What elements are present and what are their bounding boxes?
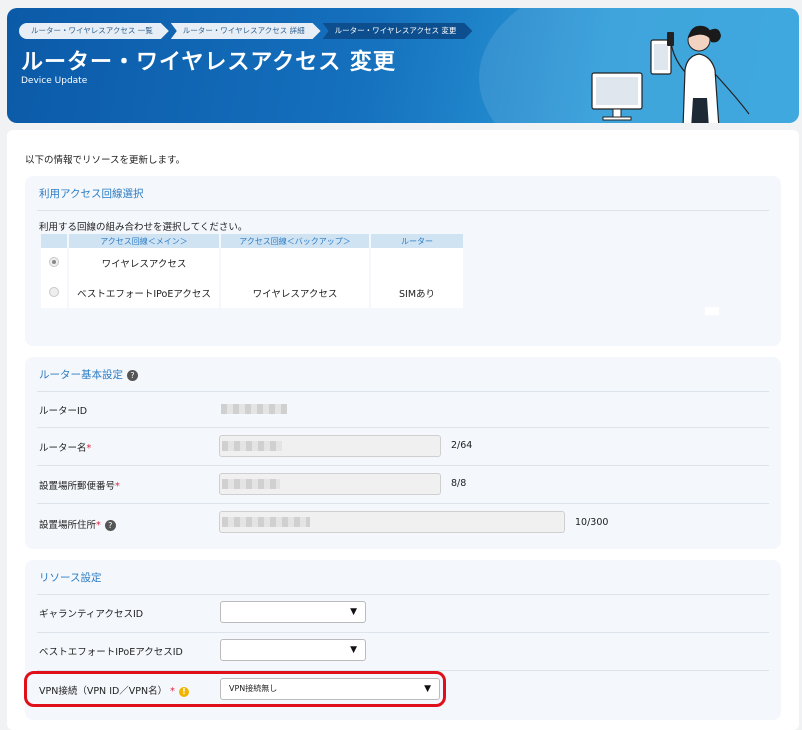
chevron-down-icon: ▼	[350, 607, 357, 617]
breadcrumb-current: ルーター・ワイヤレスアクセス 変更	[323, 23, 473, 39]
breadcrumb-list[interactable]: ルーター・ワイヤレスアクセス 一覧	[19, 23, 169, 39]
section-divider	[37, 210, 769, 211]
router-name-input[interactable]	[219, 435, 441, 457]
section-divider	[37, 391, 769, 392]
postal-code-input[interactable]	[219, 473, 441, 495]
row-divider	[37, 465, 769, 466]
router-name-label: ルーター名*	[39, 443, 92, 454]
page-subtitle: Device Update	[21, 76, 88, 86]
radio-button[interactable]	[49, 286, 59, 297]
besteffort-access-id-label: ベストエフォートIPoEアクセスID	[39, 647, 183, 658]
router-name-value-masked	[222, 441, 282, 451]
column-header-router: ルーター	[371, 234, 463, 248]
radio-column-header	[41, 234, 67, 248]
breadcrumb-detail[interactable]: ルーター・ワイヤレスアクセス 詳細	[171, 23, 321, 39]
intro-text: 以下の情報でリソースを更新します。	[25, 155, 186, 166]
router-basic-settings-section: ルーター基本設定? ルーターID ルーター名* 2/64 設置場所郵便番号* 8…	[25, 357, 781, 549]
guarantee-access-id-select[interactable]: ▼	[220, 601, 366, 623]
page-title: ルーター・ワイヤレスアクセス 変更	[21, 50, 396, 75]
main-line-cell: ワイヤレスアクセス	[69, 248, 219, 278]
postal-code-counter: 8/8	[451, 478, 467, 489]
row-divider	[37, 503, 769, 504]
main-line-cell: ベストエフォートIPoEアクセス	[69, 278, 219, 308]
besteffort-access-id-select[interactable]: ▼	[220, 639, 366, 661]
line-combination-table: アクセス回線＜メイン＞ アクセス回線＜バックアップ＞ ルーター ワイヤレスアクセ…	[39, 234, 465, 308]
router-cell	[371, 248, 463, 278]
line-selection-description: 利用する回線の組み合わせを選択してください。	[39, 222, 248, 233]
radio-cell[interactable]	[41, 248, 67, 278]
address-label: 設置場所住所*?	[39, 517, 116, 531]
line-selection-title: 利用アクセス回線選択	[39, 188, 144, 200]
router-id-label: ルーターID	[39, 406, 88, 417]
row-divider	[37, 427, 769, 428]
page-header: ルーター・ワイヤレスアクセス 一覧 ルーター・ワイヤレスアクセス 詳細 ルーター…	[7, 8, 799, 123]
postal-code-value-masked	[222, 479, 280, 489]
column-header-main: アクセス回線＜メイン＞	[69, 234, 219, 248]
update-form-card: 以下の情報でリソースを更新します。 利用アクセス回線選択 利用する回線の組み合わ…	[7, 130, 799, 730]
guarantee-access-id-label: ギャランティアクセスID	[39, 609, 144, 620]
help-icon[interactable]: ?	[127, 369, 138, 381]
resource-settings-title: リソース設定	[39, 572, 102, 584]
postal-code-label: 設置場所郵便番号*	[39, 481, 120, 492]
router-id-value-masked	[221, 404, 287, 414]
person-with-devices-illustration	[591, 25, 750, 123]
help-icon[interactable]: ?	[104, 520, 116, 531]
radio-cell[interactable]	[41, 278, 67, 308]
address-counter: 10/300	[575, 517, 609, 528]
line-selection-section: 利用アクセス回線選択 利用する回線の組み合わせを選択してください。 アクセス回線…	[25, 176, 781, 346]
column-header-backup: アクセス回線＜バックアップ＞	[221, 234, 369, 248]
router-cell: SIMあり	[371, 278, 463, 308]
address-value-masked	[222, 517, 310, 527]
backup-line-cell: ワイヤレスアクセス	[221, 278, 369, 308]
router-settings-title: ルーター基本設定?	[39, 367, 138, 382]
table-row[interactable]: ワイヤレスアクセス	[41, 248, 463, 278]
radio-button-selected[interactable]	[49, 256, 59, 267]
white-patch	[705, 307, 719, 315]
router-name-counter: 2/64	[451, 440, 473, 451]
chevron-down-icon: ▼	[350, 645, 357, 655]
breadcrumb: ルーター・ワイヤレスアクセス 一覧 ルーター・ワイヤレスアクセス 詳細 ルーター…	[19, 23, 472, 39]
address-input[interactable]	[219, 511, 565, 533]
vpn-highlight-frame	[24, 671, 446, 707]
backup-line-cell	[221, 248, 369, 278]
section-divider	[37, 594, 769, 595]
row-divider	[37, 632, 769, 633]
table-row[interactable]: ベストエフォートIPoEアクセス ワイヤレスアクセス SIMあり	[41, 278, 463, 308]
